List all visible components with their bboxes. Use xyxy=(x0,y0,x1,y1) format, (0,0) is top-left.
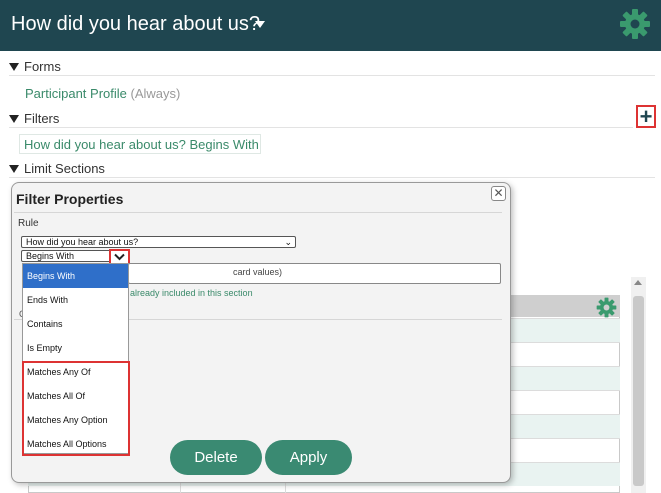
operator-select-value: Begins With xyxy=(26,251,75,261)
divider xyxy=(9,75,655,76)
option-ends-with[interactable]: Ends With xyxy=(23,288,128,312)
option-contains[interactable]: Contains xyxy=(23,312,128,336)
divider xyxy=(14,212,502,213)
triangle-down-icon xyxy=(9,114,19,123)
form-item-participant-profile[interactable]: Participant Profile (Always) xyxy=(25,86,180,101)
scrollbar-thumb[interactable] xyxy=(633,296,644,486)
highlight-box xyxy=(22,361,130,456)
plus-icon: + xyxy=(639,103,653,129)
add-filter-button[interactable]: + xyxy=(636,105,656,128)
field-select[interactable]: How did you hear about us? ⌄ xyxy=(21,236,296,248)
option-is-empty[interactable]: Is Empty xyxy=(23,336,128,360)
limit-sections-toggle[interactable]: Limit Sections xyxy=(9,161,105,176)
divider xyxy=(9,127,633,128)
triangle-down-icon xyxy=(9,62,19,71)
page-title[interactable]: How did you hear about us? xyxy=(11,13,260,36)
form-item-suffix: (Always) xyxy=(130,86,181,101)
delete-button[interactable]: Delete xyxy=(170,440,262,475)
field-select-value: How did you hear about us? xyxy=(26,237,139,247)
value-input-placeholder: card values) xyxy=(233,267,283,277)
triangle-down-icon xyxy=(9,164,19,173)
dialog-title: Filter Properties xyxy=(16,191,124,207)
value-input[interactable]: card values) xyxy=(128,263,501,284)
limit-sections-label: Limit Sections xyxy=(24,161,105,176)
filters-section-label: Filters xyxy=(24,111,60,126)
close-icon[interactable]: ✕ xyxy=(491,186,506,201)
caret-down-icon[interactable] xyxy=(255,21,265,28)
chevron-down-icon: ⌄ xyxy=(284,237,292,247)
forms-section-label: Forms xyxy=(24,59,61,74)
gear-icon[interactable] xyxy=(596,297,617,318)
scroll-up-icon[interactable] xyxy=(634,280,642,285)
filter-item[interactable]: How did you hear about us? Begins With xyxy=(19,134,261,154)
forms-section-toggle[interactable]: Forms xyxy=(9,59,61,74)
option-begins-with[interactable]: Begins With xyxy=(23,264,128,288)
chevron-down-icon xyxy=(114,253,125,261)
note-text: already included in this section xyxy=(130,288,253,298)
apply-button[interactable]: Apply xyxy=(265,440,352,475)
divider xyxy=(9,177,655,178)
gear-icon[interactable] xyxy=(619,8,651,40)
rule-label: Rule xyxy=(18,218,39,229)
filters-section-toggle[interactable]: Filters xyxy=(9,111,59,126)
form-item-label: Participant Profile xyxy=(25,86,127,101)
